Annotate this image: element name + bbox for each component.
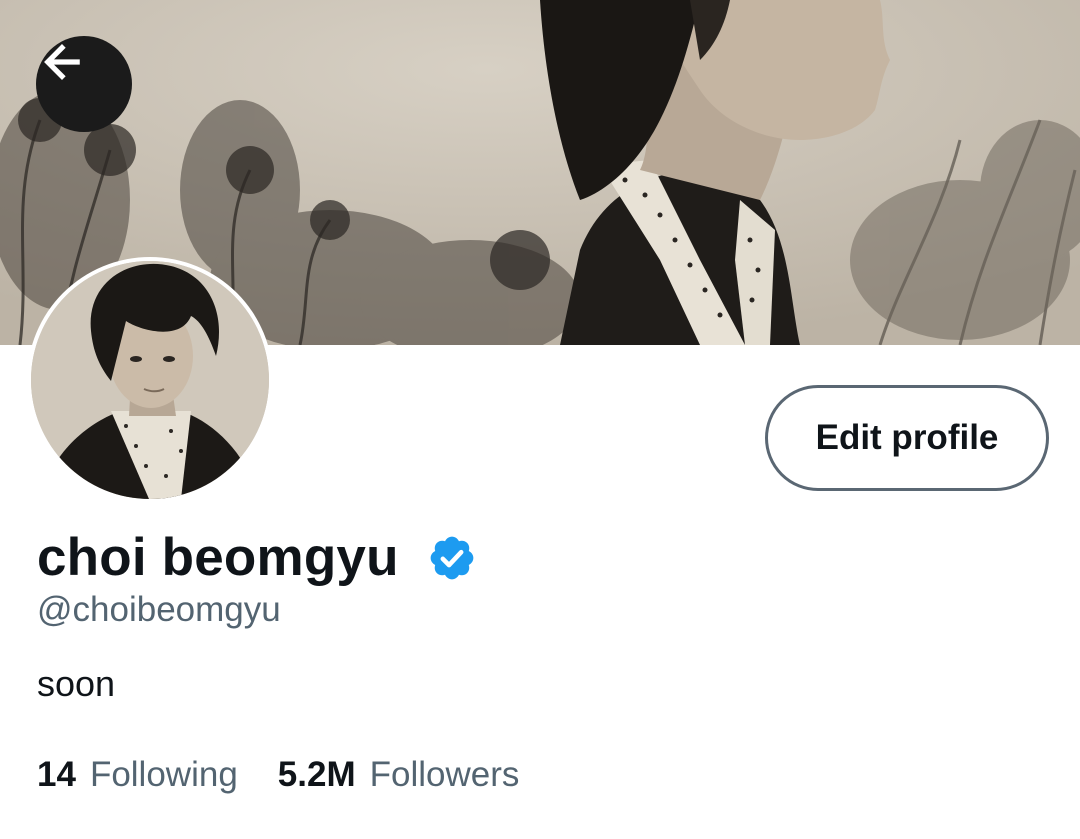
following-link[interactable]: 14 Following: [37, 755, 238, 795]
arrow-left-icon: [44, 44, 80, 80]
profile-handle: @choibeomgyu: [37, 590, 281, 629]
profile-avatar[interactable]: [27, 257, 273, 503]
following-count: 14: [37, 755, 76, 794]
profile-bio: soon: [37, 663, 116, 704]
profile-stats: 14 Following 5.2M Followers: [37, 755, 519, 795]
back-button[interactable]: [36, 36, 132, 132]
followers-label: Followers: [369, 755, 520, 794]
profile-name-row: choi beomgyu: [37, 527, 477, 588]
verified-badge-icon[interactable]: [427, 533, 477, 583]
following-label: Following: [89, 755, 238, 794]
display-name: choi beomgyu: [37, 528, 399, 587]
followers-count: 5.2M: [277, 755, 356, 794]
edit-profile-button[interactable]: Edit profile: [765, 385, 1049, 491]
followers-link[interactable]: 5.2M Followers: [278, 755, 520, 795]
avatar-photo: [31, 261, 269, 499]
